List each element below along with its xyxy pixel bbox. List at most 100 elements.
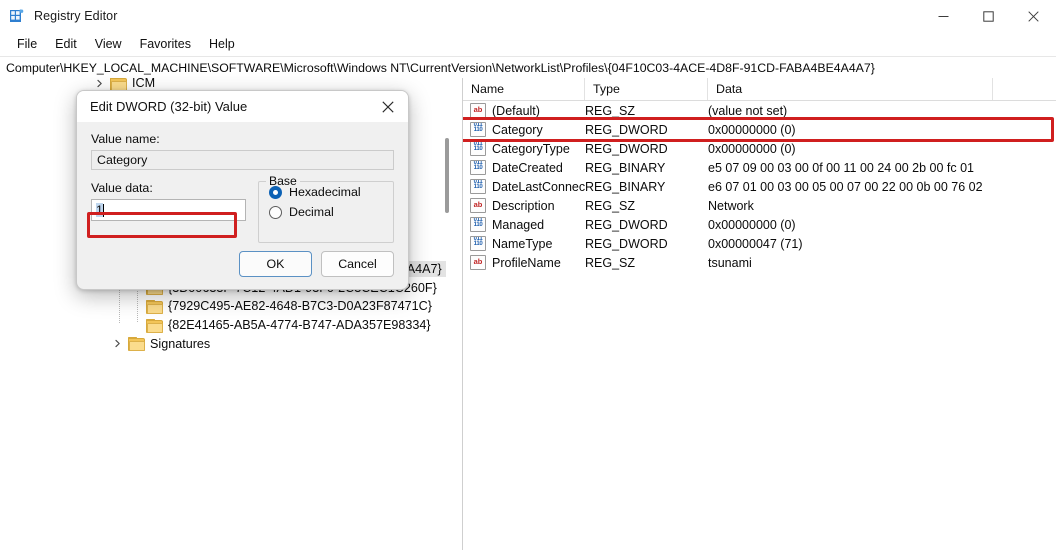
- value-data-text: 1: [96, 203, 103, 217]
- tree-scrollbar-thumb[interactable]: [445, 138, 449, 213]
- menu-bar: File Edit View Favorites Help: [0, 32, 1056, 56]
- value-list-row[interactable]: 011 110 NameType REG_DWORD 0x00000047 (71): [463, 234, 1056, 253]
- value-list-pane[interactable]: Name Type Data ab (Default) REG_SZ (value n…: [463, 78, 1056, 550]
- value-type: REG_BINARY: [585, 160, 666, 175]
- window-title: Registry Editor: [34, 9, 118, 23]
- dword-value-icon: 011 110: [470, 235, 486, 252]
- tree-node[interactable]: {7929C495-AE82-4648-B7C3-D0A23F87471C}: [0, 297, 462, 316]
- value-list-header: Name Type Data: [463, 78, 1056, 101]
- radio-hexadecimal-indicator: [269, 185, 282, 199]
- value-name-text: Category: [97, 153, 148, 167]
- folder-icon: [146, 318, 163, 333]
- value-name: CategoryType: [492, 141, 570, 156]
- dialog-buttons: OK Cancel: [239, 251, 394, 277]
- chevron-right-icon[interactable]: [110, 337, 124, 351]
- value-data: (value not set): [708, 103, 788, 118]
- value-list-row[interactable]: 011 110 Category REG_DWORD 0x00000000 (0): [463, 120, 1056, 139]
- menu-item-view[interactable]: View: [86, 35, 131, 53]
- menu-item-edit[interactable]: Edit: [46, 35, 86, 53]
- value-name: Managed: [492, 217, 545, 232]
- radio-decimal-indicator: [269, 205, 282, 219]
- tree-node-label: Signatures: [150, 336, 211, 351]
- value-list-row[interactable]: 011 110 Managed REG_DWORD 0x00000000 (0): [463, 215, 1056, 234]
- dialog-title-bar: Edit DWORD (32-bit) Value: [77, 91, 408, 122]
- column-header-filler: [993, 78, 1056, 100]
- folder-icon: [146, 299, 163, 314]
- tree-node-label: {82E41465-AB5A-4774-B747-ADA357E98334}: [168, 318, 431, 333]
- title-bar: Registry Editor: [0, 0, 1056, 32]
- dialog-title: Edit DWORD (32-bit) Value: [90, 99, 248, 114]
- menu-item-favorites[interactable]: Favorites: [131, 35, 200, 53]
- column-header-data[interactable]: Data: [708, 78, 993, 100]
- column-header-name[interactable]: Name: [463, 78, 585, 100]
- maximize-icon[interactable]: [966, 0, 1011, 32]
- edit-dword-dialog[interactable]: Edit DWORD (32-bit) Value Value name: Ca…: [76, 90, 409, 290]
- dword-value-icon: 011 110: [470, 216, 486, 233]
- tree-node[interactable]: Signatures: [0, 334, 462, 353]
- value-data: e6 07 01 00 03 00 05 00 07 00 22 00 0b 0…: [708, 179, 983, 194]
- radio-decimal[interactable]: Decimal: [269, 202, 393, 222]
- value-data: 0x00000047 (71): [708, 236, 803, 251]
- value-type: REG_BINARY: [585, 179, 666, 194]
- value-type: REG_SZ: [585, 198, 636, 213]
- value-list-row[interactable]: ab ProfileName REG_SZ tsunami: [463, 253, 1056, 272]
- value-data-input[interactable]: 1: [91, 199, 246, 221]
- folder-icon: [128, 337, 145, 352]
- string-value-icon: ab: [470, 255, 486, 270]
- value-name: NameType: [492, 236, 553, 251]
- close-icon[interactable]: [1011, 0, 1056, 32]
- cancel-button[interactable]: Cancel: [321, 251, 394, 277]
- value-name-label: Value name:: [91, 132, 160, 146]
- value-data: e5 07 09 00 03 00 0f 00 11 00 24 00 2b 0…: [708, 160, 974, 175]
- dword-value-icon: 011 110: [470, 140, 486, 157]
- value-type: REG_DWORD: [585, 236, 668, 251]
- menu-item-help[interactable]: Help: [200, 35, 244, 53]
- dword-value-icon: 011 110: [470, 121, 486, 138]
- ok-button[interactable]: OK: [239, 251, 312, 277]
- value-type: REG_SZ: [585, 255, 636, 270]
- value-data: 0x00000000 (0): [708, 122, 796, 137]
- window-controls: [921, 0, 1056, 32]
- value-type: REG_SZ: [585, 103, 636, 118]
- value-data: Network: [708, 198, 754, 213]
- value-name: Category: [492, 122, 543, 137]
- radio-decimal-label: Decimal: [289, 205, 334, 219]
- value-data-row: Value data: 1 Base Hexadecimal Decimal: [91, 174, 394, 243]
- address-bar-path: Computer\HKEY_LOCAL_MACHINE\SOFTWARE\Mic…: [6, 60, 875, 75]
- value-name: DateLastConnec...: [492, 179, 585, 194]
- value-list-row[interactable]: 011110 DateLastConnec...REG_BINARY e6 07 0…: [463, 177, 1056, 196]
- minimize-icon[interactable]: [921, 0, 966, 32]
- value-list-row[interactable]: 011 110 CategoryType REG_DWORD 0x00000000 (0…: [463, 139, 1056, 158]
- value-name-field[interactable]: Category: [91, 150, 394, 170]
- value-data-label: Value data:: [91, 181, 153, 195]
- registry-editor-icon: [9, 8, 25, 24]
- value-list-row[interactable]: ab (Default) REG_SZ (value not set): [463, 101, 1056, 120]
- value-list-row[interactable]: ab Description REG_SZ Network: [463, 196, 1056, 215]
- value-list-row[interactable]: 011 110 DateCreated REG_BINARY e5 07 09 00 0…: [463, 158, 1056, 177]
- value-name: (Default): [492, 103, 540, 118]
- tree-scrollbar[interactable]: [442, 78, 453, 550]
- value-type: REG_DWORD: [585, 141, 668, 156]
- base-group-label: Base: [266, 174, 300, 188]
- dword-value-icon: 011 110: [470, 159, 486, 176]
- value-name: Description: [492, 198, 555, 213]
- value-data: 0x00000000 (0): [708, 217, 796, 232]
- menu-item-file[interactable]: File: [8, 35, 46, 53]
- tree-node[interactable]: {82E41465-AB5A-4774-B747-ADA357E98334}: [0, 316, 462, 335]
- address-bar[interactable]: Computer\HKEY_LOCAL_MACHINE\SOFTWARE\Mic…: [0, 56, 1056, 79]
- dialog-close-icon[interactable]: [368, 91, 408, 122]
- folder-icon: [110, 78, 127, 91]
- value-type: REG_DWORD: [585, 217, 668, 232]
- string-value-icon: ab: [470, 198, 486, 213]
- chevron-right-icon[interactable]: [92, 78, 106, 90]
- value-type: REG_DWORD: [585, 122, 668, 137]
- column-header-type[interactable]: Type: [585, 78, 708, 100]
- value-name: DateCreated: [492, 160, 563, 175]
- dialog-body: Value name: Category Value data: 1 Base …: [77, 122, 408, 289]
- value-name: ProfileName: [492, 255, 561, 270]
- tree-node-label: ICM: [132, 78, 156, 91]
- string-value-icon: ab: [470, 103, 486, 118]
- text-caret: [102, 203, 104, 217]
